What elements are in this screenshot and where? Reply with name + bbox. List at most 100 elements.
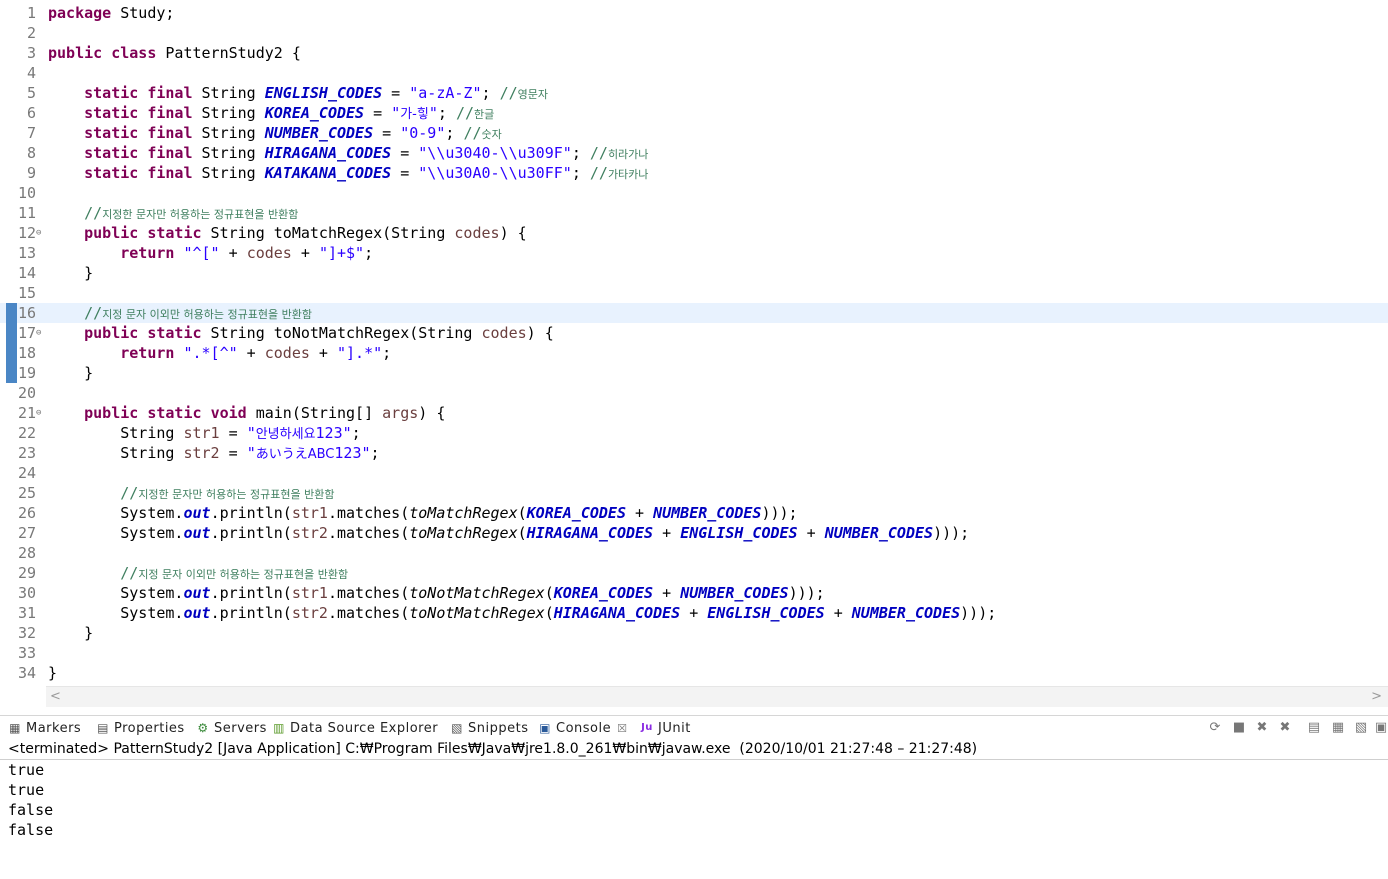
code-text: System.out.println(str1.matches(toMatchR… xyxy=(48,504,798,522)
tab-servers[interactable]: ⚙ Servers xyxy=(196,716,267,740)
line-number: 30 xyxy=(17,584,36,602)
fold-toggle-icon[interactable]: ⊖ xyxy=(36,403,41,423)
code-line[interactable]: 13 return "^[" + codes + "]+$"; xyxy=(0,243,1388,263)
code-line[interactable]: 27 System.out.println(str2.matches(toMat… xyxy=(0,523,1388,543)
code-editor[interactable]: 1 package Study; 2 3 public class PatternStu… xyxy=(0,0,1388,686)
line-number: 10 xyxy=(17,184,36,202)
code-text: public static String toMatchRegex(String… xyxy=(84,224,527,242)
fold-toggle-icon[interactable]: ⊖ xyxy=(36,323,41,343)
scroll-left-icon[interactable]: < xyxy=(50,687,61,707)
pin-icon[interactable]: ⟳ xyxy=(1206,719,1224,737)
code-line[interactable]: 33 xyxy=(0,643,1388,663)
code-text: } xyxy=(48,664,58,682)
line-number: 28 xyxy=(17,544,36,562)
code-text: static final String KOREA_CODES = "가-힣";… xyxy=(84,104,495,122)
line-number: 24 xyxy=(17,464,36,482)
tab-console[interactable]: ▣ Console ☒ xyxy=(538,716,628,740)
tab-label: Data Source Explorer xyxy=(290,720,439,736)
code-line[interactable]: 16 //지정 문자 이외만 허용하는 정규표현을 반환함 xyxy=(0,303,1388,323)
console-line: false xyxy=(8,821,54,839)
line-number: 1 xyxy=(26,4,36,22)
code-line[interactable]: 12 ⊖ public static String toMatchRegex(St… xyxy=(0,223,1388,243)
code-line[interactable]: 14 } xyxy=(0,263,1388,283)
code-text: public static String toNotMatchRegex(Str… xyxy=(84,324,554,342)
code-line[interactable]: 24 xyxy=(0,463,1388,483)
tab-label: JUnit xyxy=(658,720,691,736)
console-line: true xyxy=(8,761,45,779)
code-line[interactable]: 7 static final String NUMBER_CODES = "0-… xyxy=(0,123,1388,143)
line-number: 9 xyxy=(26,164,36,182)
servers-icon: ⚙ xyxy=(197,721,209,735)
line-number: 31 xyxy=(17,604,36,622)
code-line[interactable]: 8 static final String HIRAGANA_CODES = "… xyxy=(0,143,1388,163)
code-line[interactable]: 18 return ".*[^" + codes + "].*"; xyxy=(0,343,1388,363)
code-line[interactable]: 6 static final String KOREA_CODES = "가-힣… xyxy=(0,103,1388,123)
code-line[interactable]: 19 } xyxy=(0,363,1388,383)
code-line[interactable]: 22 String str1 = "안녕하세요123"; xyxy=(0,423,1388,443)
console-line: false xyxy=(8,801,54,819)
show-console-icon[interactable]: ▦ xyxy=(1329,719,1347,737)
code-text: //지정 문자 이외만 허용하는 정규표현을 반환함 xyxy=(120,564,349,582)
horizontal-scrollbar[interactable]: < > xyxy=(46,686,1388,707)
scroll-lock-icon[interactable]: ▤ xyxy=(1305,719,1323,737)
code-line[interactable]: 5 static final String ENGLISH_CODES = "a… xyxy=(0,83,1388,103)
tab-label: Servers xyxy=(214,720,267,736)
terminate-icon[interactable]: ■ xyxy=(1230,719,1248,737)
close-icon[interactable]: ☒ xyxy=(617,722,627,735)
code-text: package Study; xyxy=(48,4,175,22)
snippets-icon: ▧ xyxy=(451,721,463,735)
code-line[interactable]: 29 //지정 문자 이외만 허용하는 정규표현을 반환함 xyxy=(0,563,1388,583)
line-number: 22 xyxy=(17,424,36,442)
code-line[interactable]: 25 //지정한 문자만 허용하는 정규표현을 반환함 xyxy=(0,483,1388,503)
code-line[interactable]: 10 xyxy=(0,183,1388,203)
markers-icon: ▦ xyxy=(9,721,21,735)
code-line[interactable]: 15 xyxy=(0,283,1388,303)
data-source-icon: ▥ xyxy=(273,721,285,735)
open-console-icon[interactable]: ▧ xyxy=(1352,719,1370,737)
code-line[interactable]: 28 xyxy=(0,543,1388,563)
code-line[interactable]: 21 ⊖ public static void main(String[] arg… xyxy=(0,403,1388,423)
line-number: 4 xyxy=(26,64,36,82)
fold-toggle-icon[interactable]: ⊖ xyxy=(36,223,41,243)
code-text: return ".*[^" + codes + "].*"; xyxy=(120,344,392,362)
code-line[interactable]: 1 package Study; xyxy=(0,3,1388,23)
console-output[interactable]: true true false false xyxy=(0,760,1388,879)
code-text: //지정한 문자만 허용하는 정규표현을 반환함 xyxy=(84,204,299,222)
code-text: System.out.println(str2.matches(toMatchR… xyxy=(48,524,970,542)
tab-markers[interactable]: ▦ Markers xyxy=(8,716,81,740)
code-line[interactable]: 2 xyxy=(0,23,1388,43)
code-text: public class PatternStudy2 { xyxy=(48,44,301,62)
tab-properties[interactable]: ▤ Properties xyxy=(96,716,185,740)
code-line[interactable]: 20 xyxy=(0,383,1388,403)
console-status-text: <terminated> PatternStudy2 [Java Applica… xyxy=(8,741,978,757)
code-line[interactable]: 30 System.out.println(str1.matches(toNot… xyxy=(0,583,1388,603)
tab-junit[interactable]: Ju JUnit xyxy=(640,716,691,740)
code-line[interactable]: 3 public class PatternStudy2 { xyxy=(0,43,1388,63)
code-line[interactable]: 32 } xyxy=(0,623,1388,643)
line-number: 26 xyxy=(17,504,36,522)
tab-data-source-explorer[interactable]: ▥ Data Source Explorer xyxy=(272,716,438,740)
line-number: 14 xyxy=(17,264,36,282)
code-line[interactable]: 9 static final String KATAKANA_CODES = "… xyxy=(0,163,1388,183)
tab-snippets[interactable]: ▧ Snippets xyxy=(450,716,528,740)
line-number: 12 xyxy=(17,224,36,242)
line-number: 11 xyxy=(17,204,36,222)
junit-icon: Ju xyxy=(641,722,653,733)
code-line[interactable]: 23 String str2 = "あいうえABC123"; xyxy=(0,443,1388,463)
line-number: 21 xyxy=(17,404,36,422)
code-line[interactable]: 31 System.out.println(str2.matches(toNot… xyxy=(0,603,1388,623)
code-line[interactable]: 26 System.out.println(str1.matches(toMat… xyxy=(0,503,1388,523)
code-line[interactable]: 17 ⊖ public static String toNotMatchRegex… xyxy=(0,323,1388,343)
code-line[interactable]: 34} xyxy=(0,663,1388,683)
code-line[interactable]: 11 //지정한 문자만 허용하는 정규표현을 반환함 xyxy=(0,203,1388,223)
remove-all-icon[interactable]: ✖ xyxy=(1276,719,1294,737)
console-icon: ▣ xyxy=(539,721,551,735)
line-number: 8 xyxy=(26,144,36,162)
scroll-right-icon[interactable]: > xyxy=(1371,687,1382,707)
code-line[interactable]: 4 xyxy=(0,63,1388,83)
line-number: 33 xyxy=(17,644,36,662)
line-number: 23 xyxy=(17,444,36,462)
remove-launch-icon[interactable]: ✖ xyxy=(1253,719,1271,737)
line-number: 5 xyxy=(26,84,36,102)
display-selected-icon[interactable]: ▣ xyxy=(1372,719,1388,737)
